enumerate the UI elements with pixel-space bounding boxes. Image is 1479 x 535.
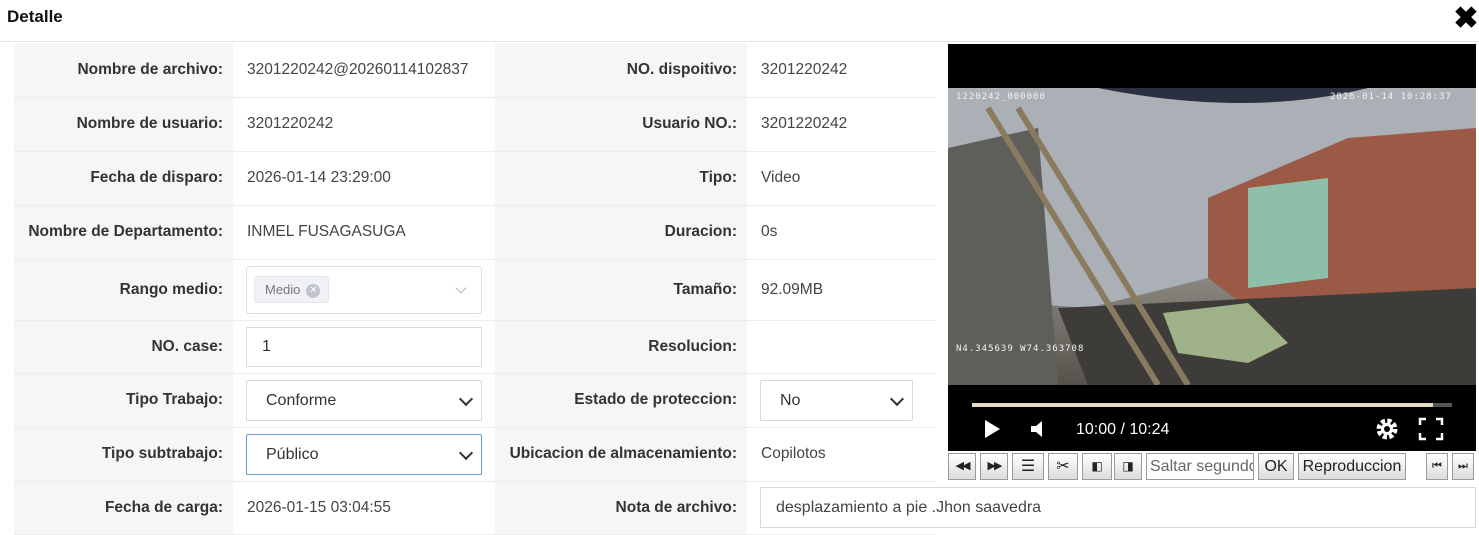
video-progress-fill [972,403,1434,407]
label-user-name: Nombre de usuario: [14,97,233,152]
work-type-select[interactable]: Conforme [246,379,482,421]
first-frame-button[interactable]: ⏮ [1426,453,1448,480]
osd-coordinates: N4.345639 W74.363708 [956,344,1085,354]
value-user-name: 3201220242 [233,97,495,152]
value-size: 92.09MB [747,259,936,321]
value-file-name: 3201220242@20260114102837 [233,43,495,98]
detail-form: Nombre de archivo: 3201220242@2026011410… [14,43,1476,535]
label-upload-date: Fecha de carga: [14,481,233,535]
row-department: Nombre de Departamento: INMEL FUSAGASUGA… [14,205,936,260]
media-range-select[interactable]: Medio ✕ [246,265,482,314]
scissors-icon[interactable]: ✂ [1048,453,1078,480]
rewind-button[interactable]: ◀◀ [948,453,976,480]
fast-forward-button[interactable]: ▶▶ [980,453,1008,480]
label-work-type: Tipo Trabajo: [14,373,233,428]
value-type: Video [747,151,936,206]
video-scene [948,88,1476,385]
subwork-type-select[interactable]: Público [246,433,482,475]
label-duration: Duracion: [495,205,747,260]
chevron-down-icon [458,391,474,406]
row-case-no: NO. case: 1 Resolucion: [14,320,936,374]
label-size: Tamaño: [495,259,747,321]
video-toolbar: ◀◀ ▶▶ ☰ ✂ ◧ ◨ Saltar segundos OK Reprodu… [948,452,1476,481]
value-upload-date: 2026-01-15 03:04:55 [233,481,495,535]
seek-seconds-input[interactable]: Saltar segundos [1146,453,1254,480]
case-no-input[interactable]: 1 [246,326,482,367]
dialog-title: Detalle [7,7,63,26]
label-trigger-date: Fecha de disparo: [14,151,233,206]
gear-icon[interactable] [1374,416,1400,447]
subwork-type-value: Público [266,445,319,463]
tag-remove-icon[interactable]: ✕ [306,283,321,298]
label-file-name: Nombre de archivo: [14,43,233,98]
label-department: Nombre de Departamento: [14,205,233,260]
ok-button[interactable]: OK [1258,453,1294,480]
label-resolution: Resolucion: [495,320,747,374]
dialog-header: Detalle ✖ [0,0,1479,42]
frame-back-icon[interactable]: ◧ [1082,453,1112,480]
video-time: 10:00 / 10:24 [1076,421,1170,438]
label-type: Tipo: [495,151,747,206]
file-note-input[interactable]: desplazamiento a pie .Jhon saavedra [760,487,1476,528]
close-icon[interactable]: ✖ [1453,4,1479,34]
last-frame-button[interactable]: ⏭ [1452,453,1474,480]
chevron-down-icon [455,281,467,294]
chevron-down-icon [458,445,474,460]
osd-device-id: 1220242_000000 [956,92,1046,102]
video-frame[interactable]: 1220242_000000 2026-01-14 10:28:37 N4.34… [948,88,1476,385]
value-department: INMEL FUSAGASUGA [233,205,495,260]
value-trigger-date: 2026-01-14 23:29:00 [233,151,495,206]
list-icon[interactable]: ☰ [1012,453,1044,480]
media-range-tag: Medio ✕ [254,275,330,303]
fullscreen-icon[interactable] [1418,417,1444,446]
row-upload-date: Fecha de carga: 2026-01-15 03:04:55 Nota… [14,481,1476,535]
row-file-name: Nombre de archivo: 3201220242@2026011410… [14,43,936,98]
frame-forward-icon[interactable]: ◨ [1114,453,1142,480]
value-user-no: 3201220242 [747,97,936,152]
row-trigger-date: Fecha de disparo: 2026-01-14 23:29:00 Ti… [14,151,936,206]
playback-button[interactable]: Reproduccion [1298,453,1406,480]
value-duration: 0s [747,205,936,260]
value-storage-location: Copilotos [747,427,936,482]
row-media-range: Rango medio: Medio ✕ Tamaño: 92.09MB [14,259,936,321]
work-type-value: Conforme [266,391,337,409]
osd-timestamp: 2026-01-14 10:28:37 [1330,92,1452,102]
protection-status-value: No [780,391,801,409]
label-subwork-type: Tipo subtrabajo: [14,427,233,482]
volume-icon[interactable] [1028,418,1048,445]
label-case-no: NO. case: [14,320,233,374]
protection-status-select[interactable]: No [760,379,913,421]
label-storage-location: Ubicacion de almacenamiento: [495,427,747,482]
row-subwork-type: Tipo subtrabajo: Público Ubicacion de al… [14,427,936,482]
media-range-tag-label: Medio [265,281,301,297]
value-resolution [747,320,936,374]
chevron-down-icon [889,391,905,406]
video-player[interactable]: 1220242_000000 2026-01-14 10:28:37 N4.34… [948,44,1476,451]
label-media-range: Rango medio: [14,259,233,321]
video-progress-bar[interactable] [972,403,1452,407]
label-protection-status: Estado de proteccion: [495,373,747,428]
label-device-no: NO. dispoitivo: [495,43,747,98]
row-work-type: Tipo Trabajo: Conforme Estado de protecc… [14,373,936,428]
play-icon[interactable] [982,418,1002,445]
label-user-no: Usuario NO.: [495,97,747,152]
value-device-no: 3201220242 [747,43,936,98]
row-user-name: Nombre de usuario: 3201220242 Usuario NO… [14,97,936,152]
label-file-note: Nota de archivo: [495,481,747,535]
